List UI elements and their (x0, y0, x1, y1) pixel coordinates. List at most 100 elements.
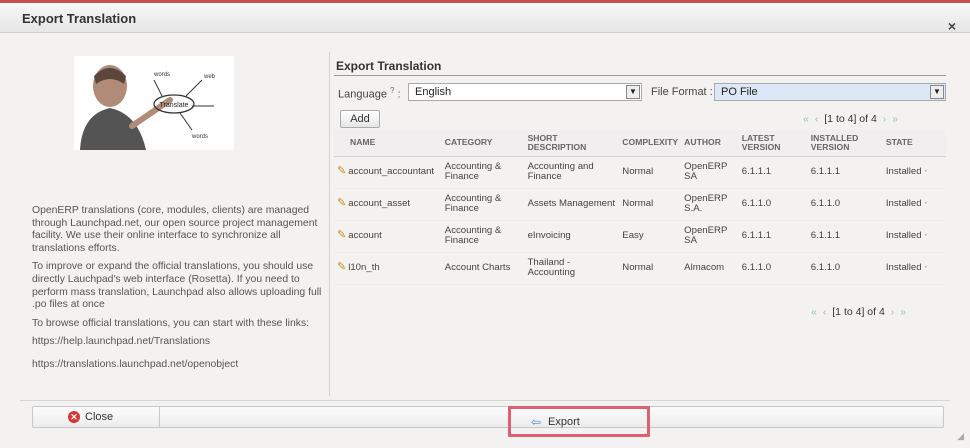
close-circle-icon: ✕ (68, 411, 80, 423)
table-header-row: NAME CATEGORY SHORT DESCRIPTION COMPLEXI… (334, 130, 946, 157)
table-row[interactable]: ✎ account Accounting & Finance eInvoicing… (334, 220, 946, 253)
column-header-installed-version[interactable]: INSTALLED VERSION (807, 130, 883, 157)
add-button[interactable]: Add (340, 110, 380, 128)
cell-name: ✎ l10n_th (334, 252, 442, 285)
column-header-short-description[interactable]: SHORT DESCRIPTION (524, 130, 620, 157)
footer-button-bar (32, 406, 944, 428)
cell-author: Almacom (681, 252, 739, 285)
next-page-icon[interactable]: › (883, 113, 887, 125)
last-page-icon[interactable]: » (892, 113, 898, 125)
cell-description: eInvoicing (524, 220, 620, 253)
cell-author: OpenERP SA (681, 156, 739, 189)
info-paragraph: To browse official translations, you can… (32, 317, 310, 329)
column-header-complexity[interactable]: COMPLEXITY (619, 130, 682, 157)
cell-complexity: Normal (619, 188, 682, 221)
cell-description: Accounting and Finance (524, 156, 620, 189)
file-format-select[interactable]: PO File ▼ (714, 83, 946, 101)
cell-complexity: Normal (619, 156, 682, 189)
cell-latest-version: 6.1.1.0 (738, 252, 808, 285)
translation-illustration: Translate words web words (74, 56, 234, 150)
dialog-close-icon[interactable]: × (948, 18, 956, 34)
dialog-title: Export Translation (22, 11, 137, 26)
cell-author: OpenERP SA (681, 220, 739, 253)
last-page-icon[interactable]: » (900, 306, 906, 318)
column-header-category[interactable]: CATEGORY (441, 130, 525, 157)
link-launchpad-openobject[interactable]: https://translations.launchpad.net/openo… (32, 359, 324, 372)
cell-state: Installed • (882, 156, 946, 189)
module-name: account_accountant (348, 166, 435, 178)
column-header-name[interactable]: NAME (334, 130, 442, 157)
cell-installed-version: 6.1.1.0 (807, 252, 883, 285)
column-header-state[interactable]: STATE (882, 130, 946, 157)
section-title: Export Translation (336, 59, 442, 73)
column-header-author[interactable]: AUTHOR (681, 130, 739, 157)
info-paragraph: To improve or expand the official transl… (32, 261, 322, 311)
language-label-text: Language (338, 88, 387, 101)
cell-installed-version: 6.1.1.1 (807, 156, 883, 189)
cell-name: ✎ account (334, 220, 442, 253)
cell-complexity: Normal (619, 252, 682, 285)
export-button-label: Export (548, 416, 580, 428)
prev-page-icon[interactable]: ‹ (815, 113, 819, 125)
table-row[interactable]: ✎ l10n_th Account Charts Thailand - Accou… (334, 252, 946, 285)
cell-description: Assets Management (524, 188, 620, 221)
cell-latest-version: 6.1.1.1 (738, 220, 808, 253)
first-page-icon[interactable]: « (803, 113, 809, 125)
column-header-latest-version[interactable]: LATEST VERSION (738, 130, 808, 157)
diagram-word-top: words (153, 72, 170, 78)
export-button[interactable]: ⇦ Export (508, 406, 650, 437)
pager-text: [1 to 4] of 4 (824, 113, 877, 125)
state-value: Installed (885, 166, 922, 178)
language-label: Language ? : (338, 86, 401, 101)
link-launchpad-help[interactable]: https://help.launchpad.net/Translations (32, 336, 324, 349)
language-value: English (415, 86, 452, 98)
state-value: Installed (885, 230, 922, 242)
table-row[interactable]: ✎ account_asset Accounting & Finance Asse… (334, 188, 946, 221)
prev-page-icon[interactable]: ‹ (823, 306, 827, 318)
chevron-down-icon[interactable]: ▼ (626, 85, 640, 99)
diagram-word-right: web (203, 74, 216, 80)
row-handle-icon: • (924, 166, 928, 177)
diagram-word-bottom: words (191, 134, 208, 140)
chevron-down-icon[interactable]: ▼ (930, 85, 944, 99)
cell-state: Installed • (882, 220, 946, 253)
cell-name: ✎ account_accountant (334, 156, 442, 189)
modules-table: NAME CATEGORY SHORT DESCRIPTION COMPLEXI… (334, 130, 946, 285)
cell-category: Accounting & Finance (441, 188, 525, 221)
pencil-icon[interactable]: ✎ (337, 165, 346, 177)
cell-state: Installed • (882, 188, 946, 221)
table-row[interactable]: ✎ account_accountant Accounting & Finance… (334, 156, 946, 189)
pager-top: « ‹ [1 to 4] of 4 › » (800, 113, 901, 125)
cell-category: Accounting & Finance (441, 220, 525, 253)
close-button-label: Close (85, 411, 114, 423)
pencil-icon[interactable]: ✎ (337, 197, 346, 209)
module-name: l10n_th (348, 262, 380, 274)
export-icon: ⇦ (531, 415, 542, 429)
cell-state: Installed • (882, 252, 946, 285)
diagram-word-center: Translate (160, 102, 189, 109)
cell-installed-version: 6.1.1.0 (807, 188, 883, 221)
cell-author: OpenERP S.A. (681, 188, 739, 221)
cell-installed-version: 6.1.1.1 (807, 220, 883, 253)
file-format-value: PO File (721, 86, 758, 98)
column-divider (329, 52, 330, 396)
translation-info: OpenERP translations (core, modules, cli… (32, 205, 324, 382)
pencil-icon[interactable]: ✎ (337, 261, 346, 273)
cell-category: Accounting & Finance (441, 156, 525, 189)
resize-grip-icon[interactable]: ◢ (957, 431, 964, 442)
module-name: account_asset (348, 198, 411, 210)
help-marker[interactable]: ? (390, 86, 394, 95)
row-handle-icon: • (924, 198, 928, 209)
next-page-icon[interactable]: › (891, 306, 895, 318)
state-value: Installed (885, 198, 922, 210)
cell-complexity: Easy (619, 220, 682, 253)
pencil-icon[interactable]: ✎ (337, 229, 346, 241)
language-select[interactable]: English ▼ (408, 83, 642, 101)
cell-latest-version: 6.1.1.1 (738, 156, 808, 189)
row-handle-icon: • (924, 262, 928, 273)
close-button[interactable]: ✕ Close (32, 406, 160, 428)
cell-description: Thailand - Accounting (524, 252, 620, 285)
section-rule (334, 75, 946, 76)
module-name: account (348, 230, 382, 242)
first-page-icon[interactable]: « (811, 306, 817, 318)
